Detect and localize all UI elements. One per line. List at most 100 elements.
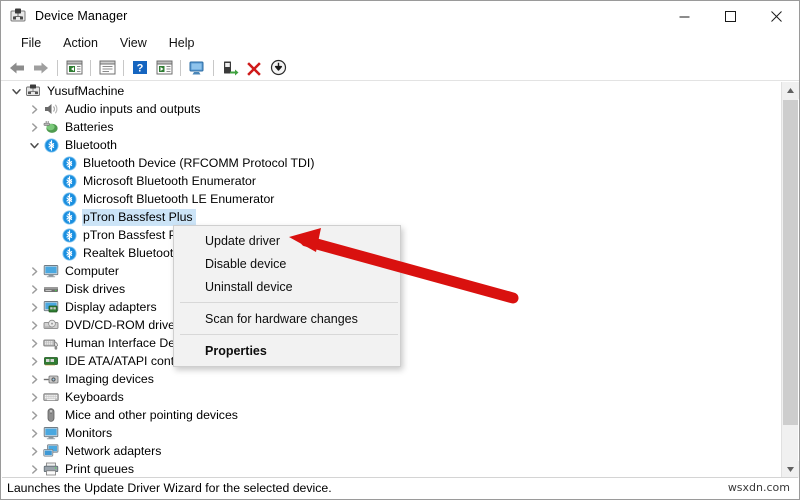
- menu-view[interactable]: View: [109, 34, 158, 52]
- chevron-right-icon[interactable]: [26, 262, 42, 280]
- show-hide-console-tree-icon[interactable]: [62, 57, 86, 79]
- keyboard-icon: [42, 388, 60, 406]
- help-icon[interactable]: ?: [128, 57, 152, 79]
- imaging-device-icon: [42, 370, 60, 388]
- tree-node-label: Microsoft Bluetooth LE Enumerator: [83, 191, 275, 206]
- tree-node-label: Batteries: [65, 119, 114, 134]
- chevron-right-icon[interactable]: [26, 442, 42, 460]
- tree-node-label: Disk drives: [65, 281, 126, 296]
- context-menu-item[interactable]: Properties: [174, 339, 400, 362]
- chevron-right-icon[interactable]: [26, 298, 42, 316]
- chevron-right-icon[interactable]: [26, 118, 42, 136]
- context-menu-item[interactable]: Disable device: [174, 252, 400, 275]
- bluetooth-icon: [60, 208, 78, 226]
- tree-node[interactable]: Batteries: [2, 118, 781, 136]
- scan-for-hardware-changes-icon[interactable]: [185, 57, 209, 79]
- properties-icon[interactable]: [95, 57, 119, 79]
- scroll-up-arrow-icon[interactable]: [782, 82, 799, 99]
- tree-node-label: Imaging devices: [65, 371, 154, 386]
- computer-root-icon: [24, 82, 42, 100]
- toolbar-separator: [180, 59, 181, 76]
- tree-node[interactable]: Network adapters: [2, 442, 781, 460]
- maximize-button[interactable]: [707, 1, 753, 31]
- chevron-right-icon[interactable]: [26, 352, 42, 370]
- tree-node-label: Display adapters: [65, 299, 157, 314]
- tree-node[interactable]: Keyboards: [2, 388, 781, 406]
- update-driver-toolbar-icon[interactable]: [152, 57, 176, 79]
- chevron-right-icon[interactable]: [26, 406, 42, 424]
- network-adapter-icon: [42, 442, 60, 460]
- scroll-down-arrow-icon[interactable]: [782, 461, 799, 478]
- tree-node-label: Bluetooth: [65, 137, 117, 152]
- tree-node[interactable]: Bluetooth Device (RFCOMM Protocol TDI): [2, 154, 781, 172]
- tree-node-label: Print queues: [65, 461, 135, 476]
- tree-node-label: Bluetooth Device (RFCOMM Protocol TDI): [83, 155, 315, 170]
- battery-icon: [42, 118, 60, 136]
- svg-text:?: ?: [137, 63, 144, 75]
- watermark: wsxdn.com: [727, 481, 790, 494]
- menu-action[interactable]: Action: [52, 34, 109, 52]
- tree-node[interactable]: Mice and other pointing devices: [2, 406, 781, 424]
- uninstall-device-icon[interactable]: [242, 57, 266, 79]
- tree-node[interactable]: Bluetooth: [2, 136, 781, 154]
- menu-help[interactable]: Help: [158, 34, 206, 52]
- context-menu-item[interactable]: Uninstall device: [174, 275, 400, 298]
- context-menu-item[interactable]: Update driver: [174, 229, 400, 252]
- chevron-right-icon[interactable]: [26, 334, 42, 352]
- minimize-button[interactable]: [661, 1, 707, 31]
- tree-node-label: YusufMachine: [47, 83, 125, 98]
- menu-bar: File Action View Help: [1, 31, 799, 55]
- update-driver-download-icon[interactable]: [266, 57, 290, 79]
- bluetooth-icon: [42, 136, 60, 154]
- tree-node[interactable]: Microsoft Bluetooth LE Enumerator: [2, 190, 781, 208]
- toolbar-separator: [57, 59, 58, 76]
- tree-node-label: Audio inputs and outputs: [65, 101, 201, 116]
- device-manager-window: Device Manager File Action View Help ? Y…: [0, 0, 800, 500]
- chevron-right-icon[interactable]: [26, 100, 42, 118]
- bluetooth-icon: [60, 190, 78, 208]
- device-manager-icon: [9, 7, 27, 25]
- chevron-down-icon[interactable]: [8, 82, 24, 100]
- context-menu-separator: [180, 302, 398, 303]
- tree-node[interactable]: Microsoft Bluetooth Enumerator: [2, 172, 781, 190]
- chevron-right-icon[interactable]: [26, 370, 42, 388]
- toolbar: ?: [1, 55, 799, 81]
- tree-node[interactable]: Monitors: [2, 424, 781, 442]
- tree-node[interactable]: Audio inputs and outputs: [2, 100, 781, 118]
- monitor-icon: [42, 424, 60, 442]
- back-icon[interactable]: [5, 57, 29, 79]
- scrollbar-thumb[interactable]: [783, 100, 798, 425]
- chevron-right-icon[interactable]: [26, 280, 42, 298]
- printer-icon: [42, 460, 60, 478]
- context-menu-separator: [180, 334, 398, 335]
- chevron-down-icon[interactable]: [26, 136, 42, 154]
- tree-node-label: Monitors: [65, 425, 113, 440]
- chevron-right-icon[interactable]: [26, 460, 42, 478]
- close-button[interactable]: [753, 1, 799, 31]
- tree-node-label: Microsoft Bluetooth Enumerator: [83, 173, 256, 188]
- menu-file[interactable]: File: [10, 34, 52, 52]
- chevron-right-icon[interactable]: [26, 424, 42, 442]
- context-menu-item[interactable]: Scan for hardware changes: [174, 307, 400, 330]
- toolbar-separator: [90, 59, 91, 76]
- chevron-right-icon[interactable]: [26, 388, 42, 406]
- forward-icon[interactable]: [29, 57, 53, 79]
- mouse-icon: [42, 406, 60, 424]
- tree-node[interactable]: pTron Bassfest Plus: [2, 208, 781, 226]
- vertical-scrollbar[interactable]: [781, 82, 799, 478]
- chevron-right-icon[interactable]: [26, 316, 42, 334]
- monitor-icon: [42, 262, 60, 280]
- tree-node[interactable]: Imaging devices: [2, 370, 781, 388]
- hid-icon: [42, 334, 60, 352]
- bluetooth-icon: [60, 226, 78, 244]
- context-menu[interactable]: Update driver Disable device Uninstall dev…: [173, 225, 401, 367]
- display-adapter-icon: [42, 298, 60, 316]
- enable-device-icon[interactable]: [218, 57, 242, 79]
- tree-node[interactable]: YusufMachine: [2, 82, 781, 100]
- tree-node[interactable]: Print queues: [2, 460, 781, 478]
